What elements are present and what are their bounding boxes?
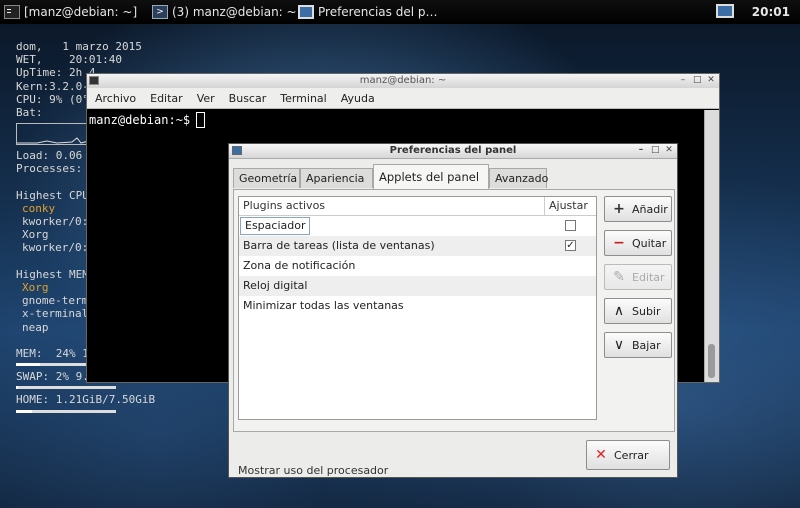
- down-label: Bajar: [632, 338, 661, 352]
- plugin-description: Mostrar uso del procesador: [238, 464, 389, 477]
- remove-button[interactable]: − Quitar: [604, 230, 672, 256]
- cursor: [196, 112, 206, 128]
- tab-apariencia[interactable]: Apariencia: [300, 168, 373, 188]
- terminal-menu-item[interactable]: Ayuda: [341, 92, 375, 105]
- task-preferences[interactable]: Preferencias del p…: [298, 0, 437, 24]
- plus-icon: +: [613, 201, 625, 217]
- conky-time: WET, 20:01:40: [16, 53, 122, 67]
- conky-date: dom, 1 marzo 2015: [16, 40, 142, 53]
- col-plugins-activos[interactable]: Plugins activos: [243, 197, 325, 215]
- window-icon: [298, 5, 314, 19]
- task-label: Preferencias del p…: [318, 5, 438, 19]
- list-header: Plugins activos Ajustar: [239, 197, 596, 216]
- terminal-menu-item[interactable]: Archivo: [95, 92, 136, 105]
- tab-geometria[interactable]: Geometría: [233, 168, 300, 188]
- terminal-window-icon: [89, 76, 99, 85]
- maximize-icon[interactable]: □: [651, 146, 660, 155]
- swap-bar: [16, 386, 116, 390]
- dialog-icon: [232, 146, 242, 155]
- move-up-button[interactable]: ∧ Subir: [604, 298, 672, 324]
- plugin-name: Minimizar todas las ventanas: [243, 299, 404, 312]
- move-down-button[interactable]: ∨ Bajar: [604, 332, 672, 358]
- minus-icon: −: [613, 235, 625, 251]
- monitor-icon[interactable]: [716, 4, 734, 18]
- task-label: [manz@debian: ~]: [24, 5, 138, 19]
- terminal-prompt[interactable]: manz@debian:~$: [87, 109, 719, 131]
- terminal-titlebar[interactable]: manz@debian: ~ – □ ✕: [87, 74, 719, 88]
- ajustar-checkbox[interactable]: ✓: [565, 240, 576, 251]
- close-icon[interactable]: ✕: [665, 146, 673, 155]
- maximize-icon[interactable]: □: [693, 76, 702, 85]
- minimize-icon[interactable]: –: [637, 146, 645, 155]
- plugin-row[interactable]: Barra de tareas (lista de ventanas) ✓: [239, 236, 596, 256]
- conky-home: HOME: 1.21GiB/7.50GiB: [16, 393, 156, 407]
- plugins-list[interactable]: Plugins activos Ajustar Espaciador Barra …: [238, 196, 597, 420]
- col-ajustar[interactable]: Ajustar: [544, 197, 599, 215]
- plugin-row[interactable]: Reloj digital: [239, 276, 596, 296]
- terminal-menubar: Archivo Editar Ver Buscar Terminal Ayuda: [87, 88, 719, 109]
- terminal-menu-item[interactable]: Buscar: [229, 92, 267, 105]
- plugin-row[interactable]: Minimizar todas las ventanas: [239, 296, 596, 316]
- terminal-scrollbar[interactable]: [704, 110, 719, 382]
- terminal-title: manz@debian: ~: [359, 75, 447, 86]
- remove-label: Quitar: [632, 236, 667, 250]
- clock[interactable]: 20:01: [752, 0, 790, 24]
- task-terminal-2[interactable]: > (3) manz@debian: ~: [152, 0, 297, 24]
- plugin-row[interactable]: Zona de notificación: [239, 256, 596, 276]
- up-label: Subir: [632, 304, 661, 318]
- task-terminal-1[interactable]: [manz@debian: ~]: [4, 0, 137, 24]
- applets-pane: Plugins activos Ajustar Espaciador Barra …: [233, 189, 675, 477]
- terminal-menu-item[interactable]: Ver: [197, 92, 215, 105]
- ajustar-checkbox[interactable]: [565, 220, 576, 231]
- terminal-icon: [4, 5, 20, 19]
- close-x-icon: ✕: [595, 447, 607, 463]
- close-icon[interactable]: ✕: [707, 76, 715, 85]
- close-label: Cerrar: [614, 448, 649, 462]
- top-panel: [manz@debian: ~] > (3) manz@debian: ~ Pr…: [0, 0, 800, 24]
- terminal-menu-item[interactable]: Terminal: [280, 92, 327, 105]
- x-terminal-icon: >: [152, 5, 168, 19]
- prefs-titlebar[interactable]: Preferencias del panel – □ ✕: [229, 144, 677, 159]
- chevron-up-icon: ∧: [613, 303, 625, 319]
- minimize-icon[interactable]: –: [679, 76, 687, 85]
- plugin-name: Zona de notificación: [243, 259, 356, 272]
- tab-avanzado[interactable]: Avanzado: [489, 168, 548, 188]
- plugin-name: Barra de tareas (lista de ventanas): [243, 239, 435, 252]
- chevron-down-icon: ∨: [613, 337, 625, 353]
- terminal-menu-item[interactable]: Editar: [150, 92, 183, 105]
- plugin-name-edit-field[interactable]: Espaciador: [240, 217, 311, 235]
- task-label: (3) manz@debian: ~: [172, 5, 297, 19]
- home-bar: [16, 409, 116, 413]
- add-label: Añadir: [632, 202, 668, 216]
- pencil-icon: ✎: [613, 269, 625, 285]
- prefs-title: Preferencias del panel: [389, 145, 517, 156]
- prompt-text: manz@debian:~$: [89, 113, 191, 127]
- scrollbar-thumb[interactable]: [708, 344, 715, 378]
- edit-label: Editar: [632, 270, 665, 284]
- panel-preferences-dialog: Preferencias del panel – □ ✕ Geometría A…: [228, 143, 678, 478]
- plugin-row[interactable]: Espaciador: [239, 216, 596, 236]
- tab-applets[interactable]: Applets del panel: [373, 164, 489, 189]
- plugin-name: Reloj digital: [243, 279, 308, 292]
- close-button[interactable]: ✕ Cerrar: [586, 440, 670, 470]
- add-button[interactable]: + Añadir: [604, 196, 672, 222]
- edit-button[interactable]: ✎ Editar: [604, 264, 672, 290]
